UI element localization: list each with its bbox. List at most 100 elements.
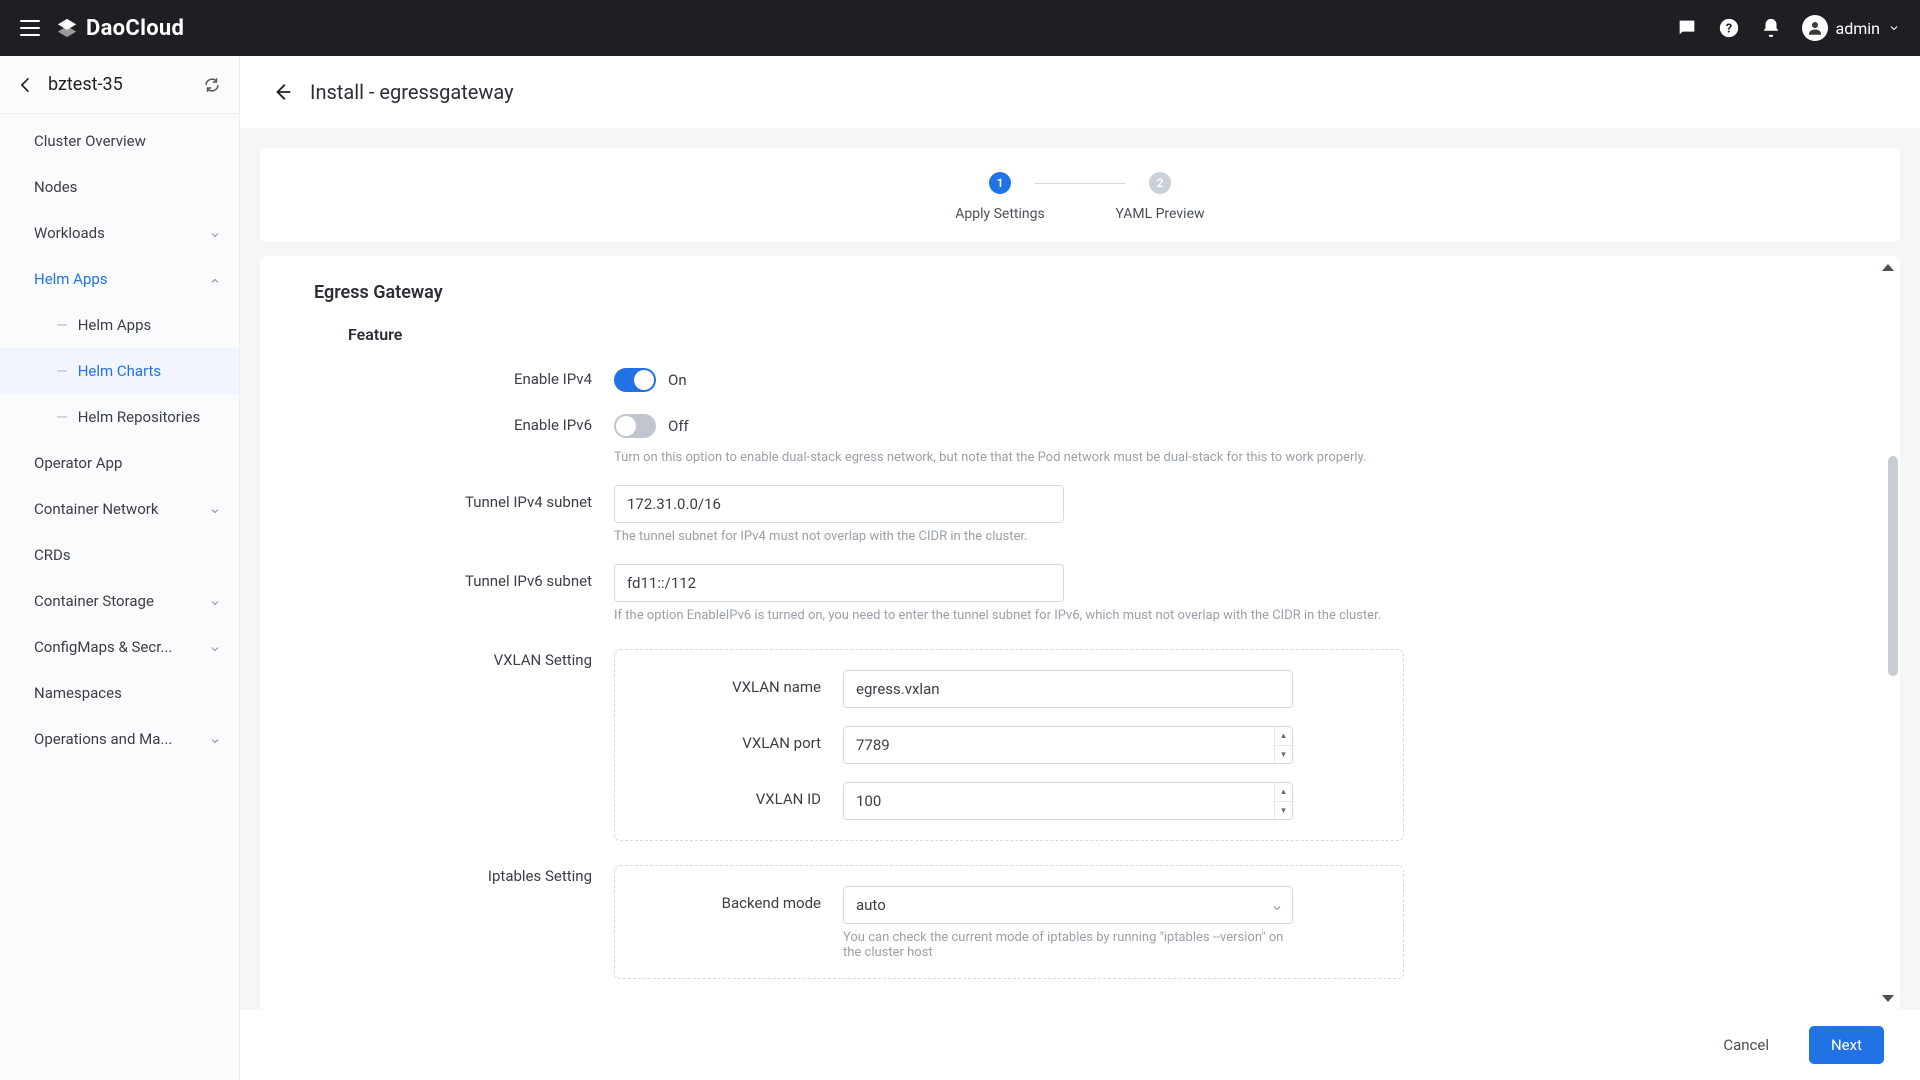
label-vxlan-port: VXLAN port [635,726,843,752]
input-vxlan-port[interactable] [843,726,1293,764]
row-tunnel-ipv6: Tunnel IPv6 subnet If the option EnableI… [314,564,1846,633]
nav: Cluster Overview Nodes Workloads Helm Ap… [0,118,239,762]
topbar: DaoCloud ? admin [0,0,1920,56]
toggle-state-ipv4: On [668,371,687,389]
scroll-down-icon[interactable] [1882,995,1894,1002]
input-vxlan-name[interactable] [843,670,1293,708]
cancel-button[interactable]: Cancel [1701,1026,1791,1064]
step-circle-1: 1 [989,172,1011,194]
hint-tunnel-ipv6: If the option EnableIPv6 is turned on, y… [614,608,1444,623]
row-iptables: Iptables Setting Backend mode [314,859,1846,979]
sidebar-item-workloads[interactable]: Workloads [0,210,239,256]
chat-icon[interactable] [1676,17,1698,39]
brand: DaoCloud [56,16,184,41]
scroll-up-icon[interactable] [1882,264,1894,271]
chevron-down-icon [1888,22,1900,34]
chevron-down-icon [209,641,221,653]
chevron-down-icon [209,227,221,239]
cluster-name: bztest-35 [48,74,191,95]
chevron-down-icon [1271,899,1283,911]
chevron-up-icon [209,273,221,285]
row-enable-ipv6: Enable IPv6 Off Turn on this option to e… [314,408,1846,475]
sidebar-sub-helm-charts[interactable]: —Helm Charts [0,348,239,394]
label-vxlan: VXLAN Setting [314,643,614,669]
sidebar-sub-helm-repositories[interactable]: —Helm Repositories [0,394,239,440]
label-vxlan-id: VXLAN ID [635,782,843,808]
main: Install - egressgateway 1 Apply Settings… [240,56,1920,1080]
sidebar-item-helm-apps[interactable]: Helm Apps [0,256,239,302]
spinner-vxlan-id[interactable]: ▲▼ [1274,783,1292,819]
label-tunnel-ipv6: Tunnel IPv6 subnet [314,564,614,590]
group-iptables: Backend mode You can check the current m… [614,865,1404,979]
step-circle-2: 2 [1149,172,1171,194]
refresh-icon[interactable] [203,76,221,94]
spin-up-icon[interactable]: ▲ [1275,783,1292,802]
label-vxlan-name: VXLAN name [635,670,843,696]
input-tunnel-ipv6[interactable] [614,564,1064,602]
brand-logo-icon [56,17,78,39]
brand-name: DaoCloud [86,16,184,41]
input-tunnel-ipv4[interactable] [614,485,1064,523]
sidebar-sub-helm-apps[interactable]: —Helm Apps [0,302,239,348]
avatar-icon [1802,15,1828,41]
label-enable-ipv4: Enable IPv4 [314,362,614,388]
svg-text:?: ? [1725,22,1731,37]
chevron-down-icon [209,503,221,515]
chevron-down-icon [209,595,221,607]
sidebar-item-operator-app[interactable]: Operator App [0,440,239,486]
topbar-left: DaoCloud [20,16,184,41]
row-tunnel-ipv4: Tunnel IPv4 subnet The tunnel subnet for… [314,485,1846,554]
toggle-enable-ipv6[interactable] [614,414,656,438]
page-back-icon[interactable] [272,81,294,103]
step-yaml-preview[interactable]: 2 YAML Preview [1065,172,1255,222]
row-vxlan-id: VXLAN ID ▲▼ [635,782,1293,820]
sidebar-item-crds[interactable]: CRDs [0,532,239,578]
sidebar-item-nodes[interactable]: Nodes [0,164,239,210]
bell-icon[interactable] [1760,17,1782,39]
page-header: Install - egressgateway [240,56,1920,128]
user-menu[interactable]: admin [1802,15,1900,41]
sidebar-item-operations[interactable]: Operations and Ma... [0,716,239,762]
row-vxlan: VXLAN Setting VXLAN name VXLAN port [314,643,1846,841]
toggle-state-ipv6: Off [668,417,689,435]
help-icon[interactable]: ? [1718,17,1740,39]
group-vxlan: VXLAN name VXLAN port ▲▼ [614,649,1404,841]
hint-tunnel-ipv4: The tunnel subnet for IPv4 must not over… [614,529,1444,544]
content: 1 Apply Settings 2 YAML Preview Egress G… [240,128,1920,1010]
label-backend-mode: Backend mode [635,886,843,912]
sidebar-item-container-network[interactable]: Container Network [0,486,239,532]
label-tunnel-ipv4: Tunnel IPv4 subnet [314,485,614,511]
section-title: Egress Gateway [314,282,1846,303]
row-vxlan-port: VXLAN port ▲▼ [635,726,1293,764]
spinner-vxlan-port[interactable]: ▲▼ [1274,727,1292,763]
sidebar-item-configmaps-secrets[interactable]: ConfigMaps & Secr... [0,624,239,670]
step-card: 1 Apply Settings 2 YAML Preview [260,148,1900,242]
spin-up-icon[interactable]: ▲ [1275,727,1292,746]
subsection-title: Feature [348,325,1846,344]
label-enable-ipv6: Enable IPv6 [314,408,614,434]
row-backend-mode: Backend mode You can check the current m… [635,886,1293,970]
row-enable-ipv4: Enable IPv4 On [314,362,1846,398]
spin-down-icon[interactable]: ▼ [1275,746,1292,764]
spin-down-icon[interactable]: ▼ [1275,802,1292,820]
sidebar-item-namespaces[interactable]: Namespaces [0,670,239,716]
menu-icon[interactable] [20,20,40,36]
topbar-right: ? admin [1676,15,1900,41]
hint-backend-mode: You can check the current mode of iptabl… [843,930,1293,960]
user-name: admin [1836,19,1880,38]
scrollbar-thumb[interactable] [1888,456,1898,676]
label-iptables: Iptables Setting [314,859,614,885]
select-backend-mode[interactable] [843,886,1293,924]
input-vxlan-id[interactable] [843,782,1293,820]
next-button[interactable]: Next [1809,1026,1884,1064]
step-label-1: Apply Settings [955,206,1044,222]
page-title: Install - egressgateway [310,80,514,104]
sidebar-item-cluster-overview[interactable]: Cluster Overview [0,118,239,164]
back-icon[interactable] [16,75,36,95]
step-label-2: YAML Preview [1115,206,1204,222]
footer: Cancel Next [240,1010,1920,1080]
sidebar-item-container-storage[interactable]: Container Storage [0,578,239,624]
cluster-header: bztest-35 [0,56,239,113]
toggle-enable-ipv4[interactable] [614,368,656,392]
hint-enable-ipv6: Turn on this option to enable dual-stack… [614,450,1444,465]
